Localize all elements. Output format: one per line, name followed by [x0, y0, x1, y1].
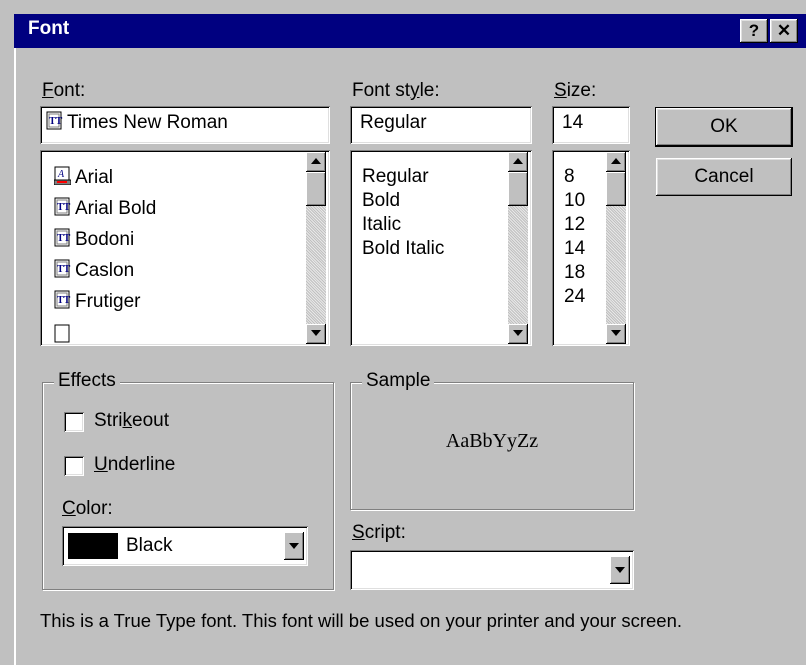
style-list-item[interactable]: Italic [362, 212, 401, 238]
effects-group-title: Effects [54, 370, 120, 392]
font-list-item[interactable]: TT Frutiger [54, 288, 140, 316]
font-style-list[interactable]: Regular Bold Italic Bold Italic [350, 150, 532, 346]
font-name-value: Times New Roman [67, 112, 228, 133]
font-list-item-label: Caslon [75, 260, 135, 281]
arrow-down-icon [311, 330, 321, 336]
scroll-thumb[interactable] [306, 172, 326, 206]
svg-text:TT: TT [49, 116, 63, 127]
color-value: Black [126, 535, 173, 556]
script-dropdown-button[interactable] [610, 556, 630, 584]
arrow-down-icon [611, 330, 621, 336]
strikeout-checkbox[interactable] [64, 412, 84, 432]
ok-button[interactable]: OK [655, 107, 793, 147]
script-select[interactable] [350, 550, 634, 590]
help-button[interactable]: ? [740, 19, 768, 43]
font-style-input[interactable]: Regular [350, 106, 532, 144]
svg-text:A: A [57, 169, 65, 180]
color-dropdown-button[interactable] [284, 532, 304, 560]
size-list-item[interactable]: 14 [564, 236, 585, 262]
arrow-up-icon [611, 158, 621, 164]
color-swatch [68, 533, 118, 559]
printer-font-icon: A [54, 166, 71, 186]
size-list-item[interactable]: 12 [564, 212, 585, 238]
size-list[interactable]: 8 10 12 14 18 24 [552, 150, 630, 346]
style-list-item[interactable]: Bold Italic [362, 236, 444, 262]
size-list-scrollbar[interactable] [606, 152, 626, 344]
scroll-thumb[interactable] [606, 172, 626, 206]
sample-group-title: Sample [362, 370, 435, 392]
font-list-item-label: Arial [75, 167, 114, 188]
size-list-item[interactable]: 24 [564, 284, 585, 310]
style-list-item[interactable]: Bold [362, 188, 400, 214]
strikeout-label[interactable]: Strikeout [94, 410, 169, 432]
color-label: Color: [62, 498, 113, 519]
scroll-down-button[interactable] [508, 324, 528, 344]
sample-preview-text: AaBbYyZz [445, 430, 539, 452]
truetype-icon [54, 324, 70, 343]
color-select[interactable]: Black [62, 526, 308, 566]
svg-text:TT: TT [57, 233, 71, 244]
size-input[interactable]: 14 [552, 106, 630, 144]
close-button[interactable]: ✕ [770, 19, 798, 43]
font-list-item[interactable]: TT Caslon [54, 257, 134, 285]
arrow-up-icon [311, 158, 321, 164]
size-label: Size: [554, 80, 597, 101]
font-style-value: Regular [360, 112, 427, 133]
font-list-item[interactable]: TT Arial Bold [54, 195, 156, 223]
font-list-item[interactable]: TT Bodoni [54, 226, 134, 254]
scroll-up-button[interactable] [508, 152, 528, 172]
size-list-item[interactable]: 18 [564, 260, 585, 286]
size-list-item[interactable]: 8 [564, 164, 575, 190]
scroll-down-button[interactable] [606, 324, 626, 344]
scroll-up-button[interactable] [606, 152, 626, 172]
underline-checkbox[interactable] [64, 456, 84, 476]
font-style-label: Font style: [352, 80, 440, 101]
truetype-icon: TT [54, 228, 71, 247]
arrow-up-icon [513, 158, 523, 164]
style-list-scrollbar[interactable] [508, 152, 528, 344]
font-list-item[interactable]: A Arial [54, 164, 113, 192]
truetype-icon: TT [54, 290, 71, 309]
svg-text:TT: TT [57, 264, 71, 275]
font-list-item-label: Arial Bold [75, 198, 157, 219]
window-title: Font [28, 18, 70, 39]
font-name-input[interactable]: TT Times New Roman [40, 106, 330, 144]
svg-text:TT: TT [57, 202, 71, 213]
style-list-item[interactable]: Regular [362, 164, 429, 190]
font-list-item-label: Bodoni [75, 229, 135, 250]
font-list-item-partial[interactable] [54, 322, 75, 346]
scroll-thumb[interactable] [508, 172, 528, 206]
svg-text:TT: TT [57, 295, 71, 306]
size-list-item[interactable]: 10 [564, 188, 585, 214]
truetype-icon: TT [46, 111, 63, 130]
dialog-body: Font: TT Times New Roman A Arial TT Aria [14, 48, 806, 665]
font-description-text: This is a True Type font. This font will… [40, 610, 683, 631]
cancel-button[interactable]: Cancel [656, 158, 792, 196]
chevron-down-icon [615, 567, 625, 573]
underline-label[interactable]: Underline [94, 454, 175, 476]
font-list[interactable]: A Arial TT Arial Bold TT Bodoni TT Caslo… [40, 150, 330, 346]
font-list-item-label: Frutiger [75, 291, 141, 312]
chevron-down-icon [289, 543, 299, 549]
arrow-down-icon [513, 330, 523, 336]
scroll-up-button[interactable] [306, 152, 326, 172]
truetype-icon: TT [54, 197, 71, 216]
font-label: Font: [42, 80, 86, 101]
scroll-down-button[interactable] [306, 324, 326, 344]
size-value: 14 [562, 112, 584, 133]
font-list-scrollbar[interactable] [306, 152, 326, 344]
title-bar[interactable]: Font ? ✕ [14, 14, 806, 48]
truetype-icon: TT [54, 259, 71, 278]
script-label: Script: [352, 522, 406, 543]
